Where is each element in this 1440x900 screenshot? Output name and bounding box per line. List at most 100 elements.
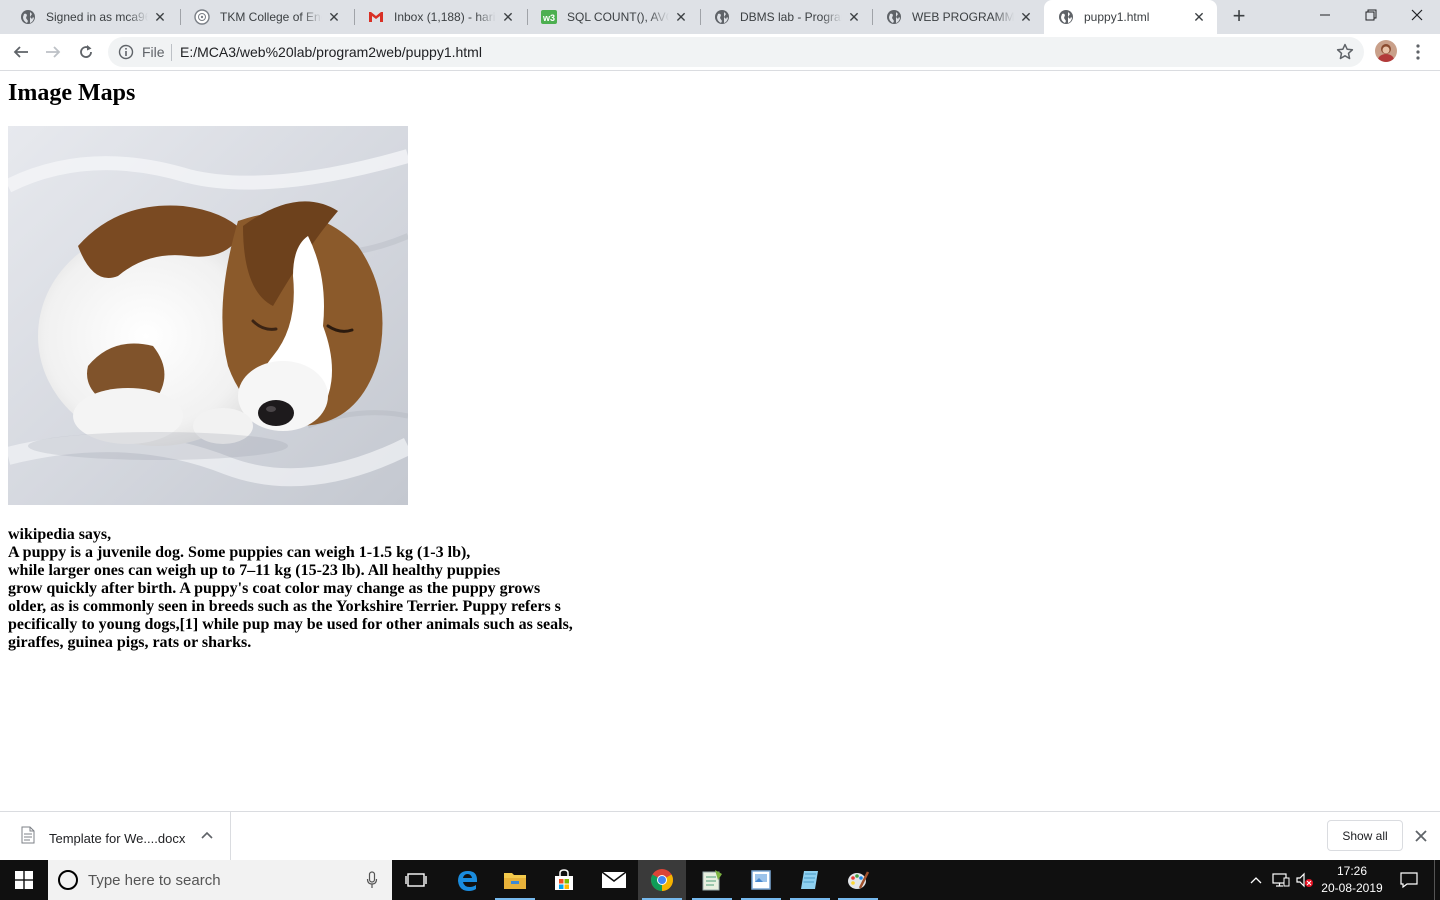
network-icon	[1272, 873, 1290, 887]
reload-button[interactable]	[72, 38, 100, 66]
globe-icon	[1058, 9, 1074, 25]
show-desktop-button[interactable]	[1434, 860, 1440, 900]
tab-sql-count[interactable]: w3 SQL COUNT(), AVG() and SUM() ✕	[527, 0, 699, 34]
close-tab-icon[interactable]: ✕	[846, 9, 862, 25]
volume-button[interactable]	[1294, 860, 1316, 900]
download-file-name: Template for We....docx	[49, 831, 186, 846]
page-heading: Image Maps	[8, 80, 136, 106]
restore-button[interactable]	[1348, 0, 1394, 30]
tab-web-programming[interactable]: WEB PROGRAMMING ✕	[872, 0, 1044, 34]
w3schools-icon: w3	[541, 9, 557, 25]
tab-title: Signed in as mca963	[46, 10, 148, 24]
show-all-button[interactable]: Show all	[1327, 820, 1403, 851]
windows-taskbar: Type here to search 17:26 20-08-2019	[0, 860, 1440, 900]
tab-dbms-lab[interactable]: DBMS lab - Programs ✕	[700, 0, 872, 34]
close-tab-icon[interactable]: ✕	[1018, 9, 1034, 25]
bookmark-star-icon[interactable]	[1336, 43, 1354, 61]
taskbar-file-explorer[interactable]	[491, 860, 539, 900]
tray-overflow-button[interactable]	[1246, 860, 1266, 900]
chrome-menu-button[interactable]	[1410, 40, 1426, 64]
taskbar-notepad-plus[interactable]	[688, 860, 736, 900]
close-icon	[1411, 9, 1423, 21]
address-bar[interactable]: File E:/MCA3/web%20lab/program2web/puppy…	[108, 37, 1364, 67]
info-icon[interactable]	[118, 44, 134, 60]
close-window-button[interactable]	[1394, 0, 1440, 30]
close-tab-icon[interactable]: ✕	[500, 9, 516, 25]
tab-gmail-inbox[interactable]: Inbox (1,188) - harith ✕	[354, 0, 526, 34]
notepad-icon	[801, 871, 818, 889]
tab-title: SQL COUNT(), AVG() and SUM()	[567, 10, 669, 24]
back-arrow-icon	[13, 46, 28, 58]
minimize-icon	[1320, 14, 1330, 16]
chevron-up-icon[interactable]	[200, 828, 214, 842]
close-tab-icon[interactable]: ✕	[326, 9, 342, 25]
taskbar-mail[interactable]	[590, 860, 638, 900]
scheme-label: File	[142, 44, 165, 60]
edge-icon	[458, 871, 477, 891]
puppy-image[interactable]	[8, 126, 408, 505]
taskbar-search[interactable]: Type here to search	[48, 860, 392, 900]
text-line: pecifically to young dogs,[1] while pup …	[8, 616, 573, 633]
store-bag-icon	[555, 869, 573, 890]
taskbar-edge[interactable]	[443, 860, 491, 900]
action-center-button[interactable]	[1394, 860, 1424, 900]
url-text[interactable]: E:/MCA3/web%20lab/program2web/puppy1.htm…	[180, 44, 482, 60]
download-item[interactable]: Template for We....docx	[0, 812, 231, 860]
close-icon[interactable]	[1413, 828, 1429, 844]
notification-icon	[1400, 872, 1418, 888]
close-tab-icon[interactable]: ✕	[673, 9, 689, 25]
puppy-photo	[8, 126, 408, 505]
taskbar-store[interactable]	[540, 860, 588, 900]
taskbar-paint[interactable]	[737, 860, 785, 900]
tab-title: WEB PROGRAMMING	[912, 10, 1014, 24]
chrome-icon	[651, 869, 673, 891]
chevron-up-icon	[1250, 877, 1262, 884]
gmail-icon	[368, 9, 384, 25]
globe-icon	[886, 9, 902, 25]
clock-time: 17:26	[1336, 864, 1368, 878]
volume-muted-icon	[1296, 872, 1313, 888]
task-view-button[interactable]	[392, 860, 440, 900]
more-vert-icon	[1416, 44, 1420, 60]
image-viewer-icon	[751, 870, 771, 890]
mail-icon	[601, 871, 627, 888]
cortana-icon	[58, 870, 78, 890]
tab-puppy1[interactable]: puppy1.html ✕	[1044, 0, 1217, 34]
microphone-icon[interactable]	[366, 871, 378, 889]
taskbar-chrome[interactable]	[638, 860, 686, 900]
minimize-button[interactable]	[1302, 0, 1348, 30]
taskbar-notepad[interactable]	[786, 860, 834, 900]
document-icon	[21, 826, 35, 844]
notepad-plus-icon	[702, 870, 722, 891]
system-clock[interactable]: 17:26 20-08-2019	[1316, 863, 1388, 897]
text-line: while larger ones can weigh up to 7–11 k…	[8, 562, 501, 579]
tab-title: Inbox (1,188) - harith	[394, 10, 496, 24]
clock-date: 20-08-2019	[1321, 881, 1383, 895]
windows-logo-icon	[15, 871, 33, 889]
new-tab-button[interactable]: +	[1226, 5, 1252, 29]
network-button[interactable]	[1270, 860, 1292, 900]
taskbar-paint-brush[interactable]	[834, 860, 882, 900]
close-tab-icon[interactable]: ✕	[1191, 9, 1207, 25]
globe-icon	[20, 9, 36, 25]
forward-button[interactable]	[39, 38, 67, 66]
tab-title: DBMS lab - Programs	[740, 10, 842, 24]
search-placeholder: Type here to search	[88, 872, 221, 889]
text-line: giraffes, guinea pigs, rats or sharks.	[8, 634, 252, 651]
profile-avatar[interactable]	[1375, 40, 1397, 62]
folder-icon	[504, 873, 526, 889]
text-line: wikipedia says,	[8, 526, 112, 543]
close-tab-icon[interactable]: ✕	[152, 9, 168, 25]
reload-icon	[80, 45, 92, 58]
address-divider	[171, 44, 172, 61]
page-content: Image Maps wikipedia says, A puppy is a …	[0, 71, 1440, 811]
avatar-icon	[1375, 40, 1397, 62]
tab-tkm-college[interactable]: TKM College of Engineering ✕	[180, 0, 352, 34]
tab-strip: Signed in as mca963 ✕ TKM College of Eng…	[0, 0, 1440, 34]
start-button[interactable]	[0, 860, 48, 900]
college-logo-icon	[194, 9, 210, 25]
task-view-icon	[405, 873, 427, 887]
tab-signed-in[interactable]: Signed in as mca963 ✕	[6, 0, 178, 34]
back-button[interactable]	[7, 38, 35, 66]
text-line: A puppy is a juvenile dog. Some puppies …	[8, 544, 471, 561]
